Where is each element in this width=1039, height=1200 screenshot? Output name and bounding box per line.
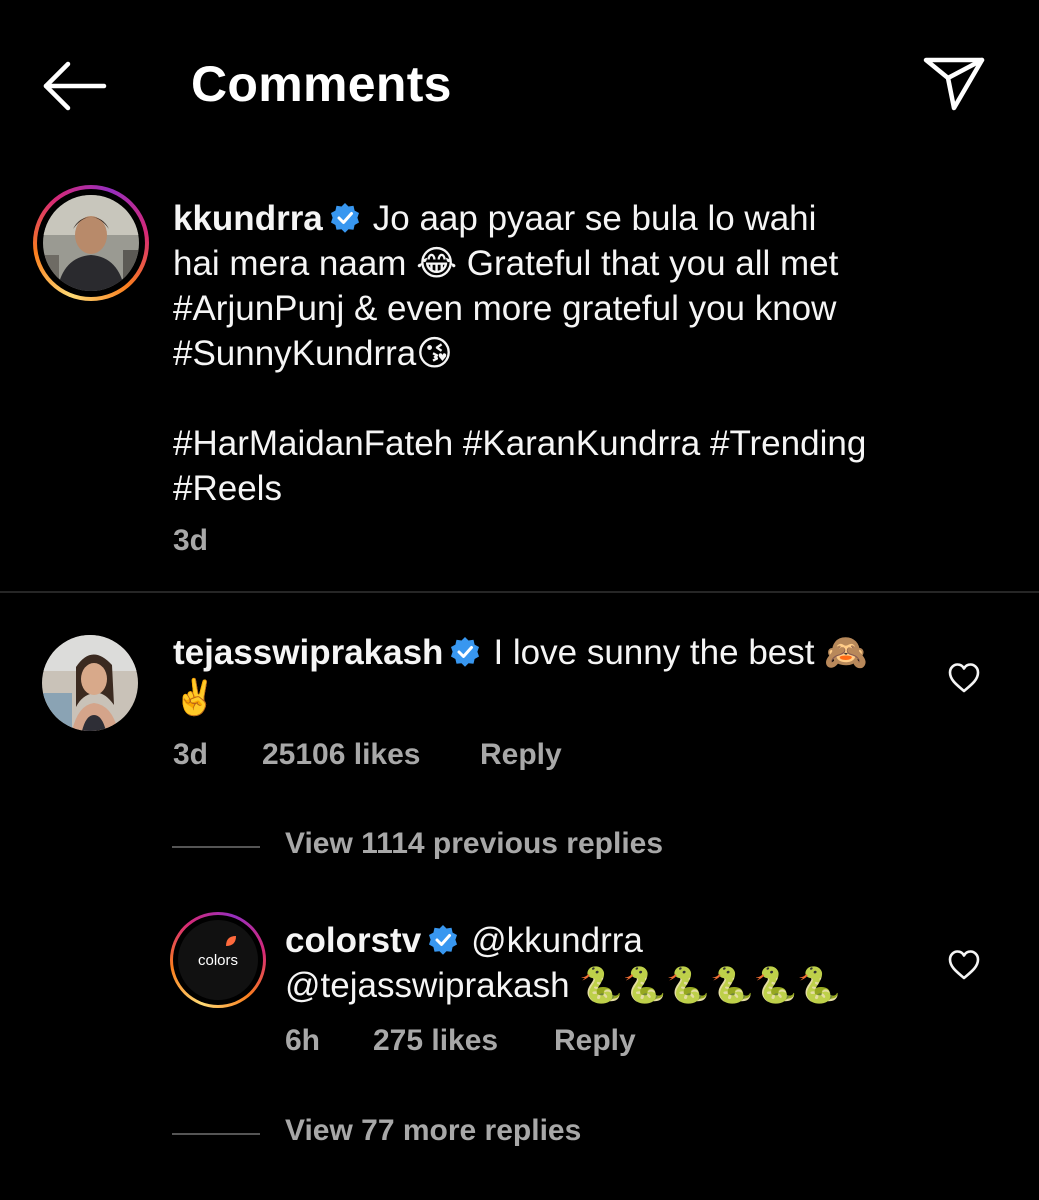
avatar-photo xyxy=(43,195,139,291)
reply-reply-button[interactable]: Reply xyxy=(554,1024,636,1058)
back-button[interactable] xyxy=(38,56,110,116)
verified-badge-icon xyxy=(451,637,480,667)
verified-badge-icon xyxy=(330,203,359,233)
comment-body: tejasswiprakash I love sunny the best 🙈 ✌… xyxy=(173,630,913,720)
caption-tags-line-2: #Reels xyxy=(173,469,282,508)
comment-reply-button[interactable]: Reply xyxy=(480,738,562,772)
reply-text-line-2: @tejasswiprakash 🐍🐍🐍🐍🐍🐍 xyxy=(285,966,841,1005)
page-title: Comments xyxy=(191,56,452,112)
caption-username[interactable]: kkundrra xyxy=(173,199,323,238)
divider xyxy=(0,591,1039,593)
share-button[interactable] xyxy=(920,54,988,114)
like-heart-icon[interactable] xyxy=(947,948,981,982)
view-more-replies[interactable]: View 77 more replies xyxy=(172,1114,582,1148)
caption-line-4: #SunnyKundrra😘 xyxy=(173,334,453,373)
comment-text-line-2: ✌️ xyxy=(173,678,217,717)
like-heart-icon[interactable] xyxy=(947,661,981,695)
comment-timestamp: 3d xyxy=(173,738,209,771)
caption-line-3: #ArjunPunj & even more grateful you know xyxy=(173,289,837,328)
colors-logo: colors xyxy=(178,920,258,1000)
reply-meta: 6h 275 likes Reply xyxy=(285,1024,636,1058)
colors-logo-text: colors xyxy=(197,951,238,969)
post-caption: kkundrra Jo aap pyaar se bula lo wahi hai… xyxy=(173,196,933,511)
caption-line-2: hai mera naam 😂 Grateful that you all me… xyxy=(173,244,839,283)
caption-avatar[interactable] xyxy=(33,185,149,301)
thread-line xyxy=(172,1133,260,1135)
comment-username[interactable]: tejasswiprakash xyxy=(173,633,443,672)
comment-meta: 3d 25106 likes Reply xyxy=(173,738,562,772)
reply-avatar[interactable]: colors xyxy=(170,912,266,1008)
comment-likes[interactable]: 25106 likes xyxy=(262,738,480,772)
header-bar: Comments xyxy=(0,0,1039,170)
reply-body: colorstv @kkundrra @tejasswiprakash 🐍🐍🐍🐍🐍… xyxy=(285,918,925,1008)
reply-mention[interactable]: @kkundrra xyxy=(471,921,643,960)
reply-timestamp: 6h xyxy=(285,1024,321,1057)
leaf-icon xyxy=(226,936,236,946)
caption-timestamp: 3d xyxy=(173,524,209,557)
comment-avatar[interactable] xyxy=(42,635,138,731)
comment-text-line-1: I love sunny the best 🙈 xyxy=(493,633,868,672)
view-previous-replies-label: View 1114 previous replies xyxy=(285,827,664,860)
view-previous-replies[interactable]: View 1114 previous replies xyxy=(172,827,664,861)
thread-line xyxy=(172,846,260,848)
reply-likes[interactable]: 275 likes xyxy=(373,1024,554,1058)
caption-tags-line-1: #HarMaidanFateh #KaranKundrra #Trending xyxy=(173,424,867,463)
view-more-replies-label: View 77 more replies xyxy=(285,1114,582,1147)
caption-line-1: Jo aap pyaar se bula lo wahi xyxy=(372,199,817,238)
reply-username[interactable]: colorstv xyxy=(285,921,421,960)
paper-plane-icon xyxy=(923,57,985,111)
arrow-left-icon xyxy=(43,61,107,111)
verified-badge-icon xyxy=(429,925,458,955)
